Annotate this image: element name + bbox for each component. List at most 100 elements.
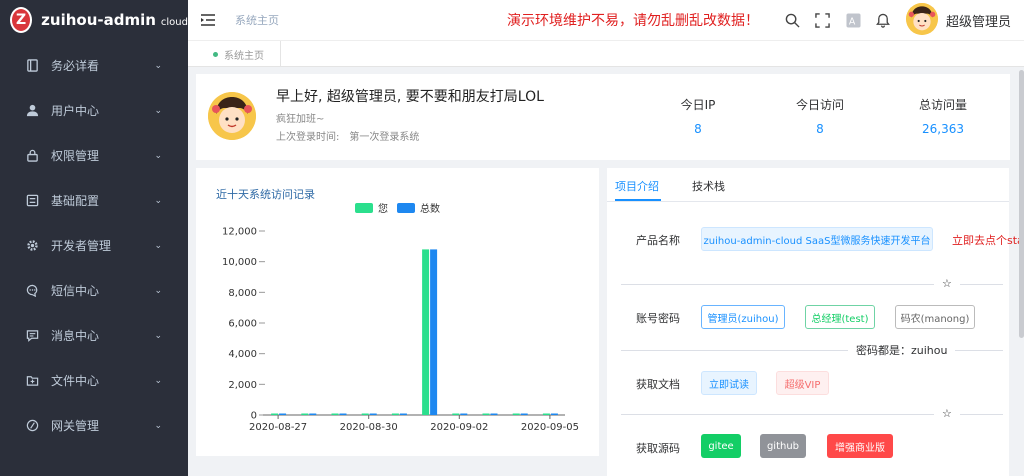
gateway-icon [25,419,39,433]
sidebar-item-label: 权限管理 [51,149,100,163]
y-tick-label: 12,000 [222,227,257,238]
tab-tech-stack[interactable]: 技术栈 [692,178,725,194]
legend-swatch [355,203,373,213]
tag-home[interactable]: 系统主页 [198,41,281,67]
x-tick-label: 2020-08-27 [249,422,307,433]
chevron-down-icon: ⌄ [154,105,162,116]
sidebar-item-label: 基础配置 [51,194,100,208]
star-now-text[interactable]: 立即去点个star吧~ [952,232,1024,248]
bar-2020-09-04-1 [520,413,528,415]
bar-2020-09-04-0 [512,413,520,415]
account-manager-chip[interactable]: 总经理(test) [805,305,875,329]
sidebar-item-label: 短信中心 [51,284,100,298]
tags-view: 系统主页 [188,40,1024,67]
source-label: 获取源码 [636,442,680,455]
tab-project-intro[interactable]: 项目介绍 [615,178,659,194]
logo[interactable]: Z zuihou-admin cloud [0,0,188,40]
sidebar-item-gateway[interactable]: 网关管理 ⌄ [0,403,188,448]
bar-2020-08-27-1 [279,413,287,415]
bar-2020-09-03-1 [490,413,498,415]
chevron-down-icon: ⌄ [154,240,162,251]
stat-value: 8 [816,122,824,136]
user-avatar [208,92,256,140]
chevron-down-icon: ⌄ [154,375,162,386]
chevron-down-icon: ⌄ [154,285,162,296]
sidebar-item-label: 文件中心 [51,374,100,388]
bar-2020-09-01-0 [422,249,430,415]
source-github-chip[interactable]: github [760,434,806,458]
book-icon [25,59,39,73]
sidebar-item-guide[interactable]: 务必详看 ⌄ [0,43,188,88]
password-value: zuihou [911,344,948,357]
stat-value: 8 [694,122,702,136]
demo-notice: 演示环境维护不易，请勿乱删乱改数据！ [507,13,759,29]
stat-value: 26,363 [922,122,964,136]
y-tick-label: 0 [251,411,257,422]
legend-label: 总数 [420,202,440,215]
project-tabs: 项目介绍 技术栈 [607,168,1009,202]
bar-2020-09-03-0 [482,413,490,415]
sidebar-item-sms[interactable]: 短信中心 ⌄ [0,268,188,313]
gear-icon [25,239,39,253]
visit-chart-card: 近十天系统访问记录 0 2,000 4,000 6,000 8,000 10,000 12,… [196,168,599,456]
page-scrollbar[interactable] [1019,70,1024,338]
sidebar-item-users[interactable]: 用户中心 ⌄ [0,88,188,133]
chevron-down-icon: ⌄ [154,195,162,206]
stat-label: 总访问量 [918,98,967,112]
y-tick-label: 6,000 [228,319,257,330]
bar-2020-09-05-1 [550,413,558,415]
stat-today-visits: 今日访问 8 [770,96,870,136]
legend-swatch [397,203,415,213]
y-tick-label: 8,000 [228,288,257,299]
breadcrumb: 系统主页 [235,14,279,27]
username[interactable]: 超级管理员 [946,11,1011,30]
lock-icon [25,149,39,163]
config-icon [25,194,39,208]
fullscreen-icon[interactable] [814,12,830,28]
y-tick-label: 2,000 [228,380,257,391]
y-tick-label: 4,000 [228,349,257,360]
sidebar-item-permissions[interactable]: 权限管理 ⌄ [0,133,188,178]
product-label: 产品名称 [636,234,680,247]
stat-total-visits: 总访问量 26,363 [893,96,993,136]
bell-icon[interactable] [875,12,891,28]
password-note-label: 密码都是： [856,344,911,357]
hamburger-icon[interactable] [201,11,215,30]
project-card: 项目介绍 技术栈 产品名称 zuihou-admin-cloud SaaS型微服… [607,168,1024,476]
account-admin-chip[interactable]: 管理员(zuihou) [701,305,785,329]
x-tick-label: 2020-08-30 [340,422,398,433]
source-gitee-chip[interactable]: gitee [701,434,741,458]
chevron-down-icon: ⌄ [154,420,162,431]
bar-2020-08-28-1 [309,413,317,415]
stat-label: 今日访问 [795,98,844,112]
legend-label: 您 [378,202,388,215]
svg-text:A: A [848,16,855,27]
bar-2020-09-01-1 [430,249,438,415]
password-note: 密码都是：zuihou [848,342,956,358]
logo-icon: Z [10,7,33,33]
product-chip[interactable]: zuihou-admin-cloud SaaS型微服务快速开发平台 [701,227,933,251]
docs-vip-chip[interactable]: 超级VIP [776,371,829,395]
sidebar-item-files[interactable]: 文件中心 ⌄ [0,358,188,403]
sidebar: Z zuihou-admin cloud 务必详看 ⌄ 用户中心 ⌄ 权限管理 ⌄… [0,0,188,476]
source-commercial-chip[interactable]: 增强商业版 [827,434,893,458]
sidebar-item-messages[interactable]: 消息中心 ⌄ [0,313,188,358]
sidebar-item-label: 网关管理 [51,419,100,433]
avatar[interactable] [906,3,938,35]
star-icon: ☆ [934,277,960,290]
account-coder-chip[interactable]: 码农(manong) [895,305,975,329]
bar-2020-09-02-1 [460,413,468,415]
chevron-down-icon: ⌄ [154,330,162,341]
x-tick-label: 2020-09-02 [430,422,488,433]
sidebar-item-label: 消息中心 [51,329,100,343]
sidebar-item-config[interactable]: 基础配置 ⌄ [0,178,188,223]
sms-icon [25,284,39,298]
user-icon [25,104,39,118]
bar-2020-08-29-0 [331,413,339,415]
translate-icon[interactable]: A [845,12,861,28]
last-login: 上次登录时间: 第一次登录系统 [276,128,429,143]
sidebar-item-developer[interactable]: 开发者管理 ⌄ [0,223,188,268]
docs-trial-chip[interactable]: 立即试读 [701,371,757,395]
tab-active-indicator [615,199,661,201]
search-icon[interactable] [784,12,800,28]
